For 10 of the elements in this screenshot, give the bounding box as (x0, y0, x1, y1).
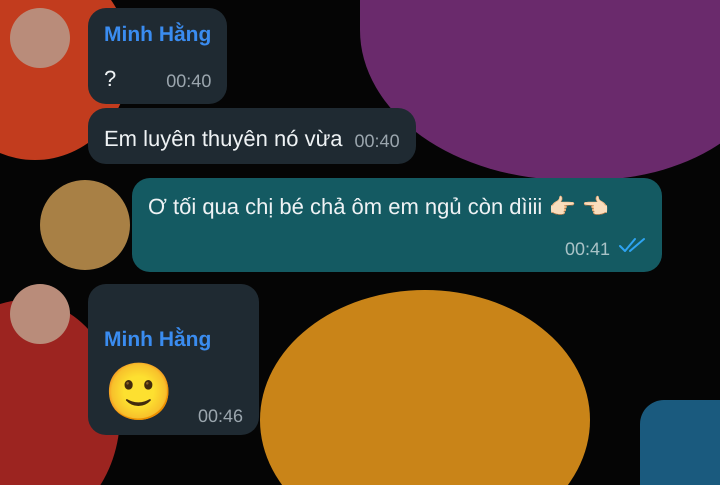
message-time: 00:40 (166, 70, 212, 93)
message-text: Ơ tối qua chị bé chả ôm em ngủ còn dìiii 👉🏻 👈🏻 (148, 193, 610, 221)
message-text: Em luyên thuyên nó vừa (104, 125, 343, 153)
sender-name[interactable]: Minh Hằng (104, 20, 212, 50)
message-text: ? (104, 65, 116, 93)
emoji: 🙂 (104, 359, 174, 425)
message-time: 00:41 (564, 238, 610, 261)
message-time: 00:46 (198, 405, 244, 427)
sender-name[interactable]: Minh Hằng (104, 328, 212, 351)
message-time: 00:40 (354, 130, 400, 153)
